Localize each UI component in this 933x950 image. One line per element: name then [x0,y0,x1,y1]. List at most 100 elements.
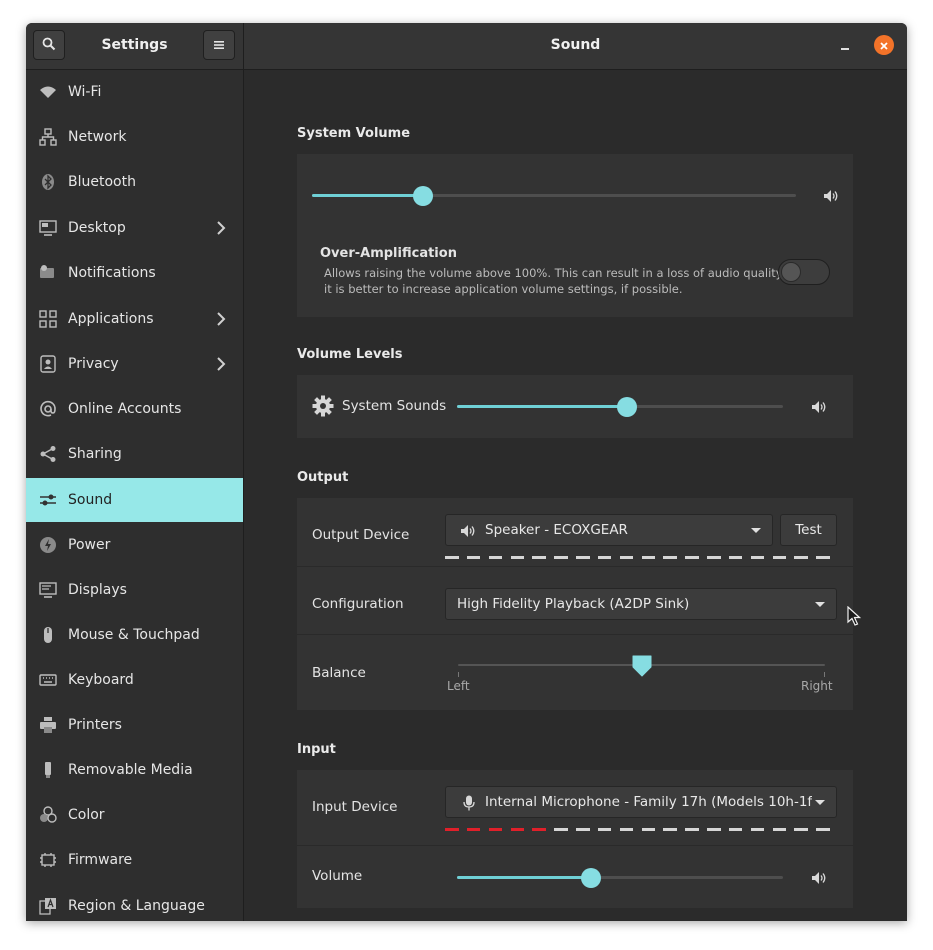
sidebar-item-power[interactable]: Power [26,523,243,567]
sidebar-item-bluetooth[interactable]: Bluetooth [26,160,243,204]
system-volume-slider[interactable] [312,186,796,206]
output-heading: Output [297,470,349,485]
sidebar-item-region-language[interactable]: Region & Language [26,884,243,921]
slider-handle[interactable] [413,186,434,206]
output-card: Output Device Speaker - ECOXGEAR Test Co… [297,498,853,710]
level-segment [510,556,525,559]
bluetooth-icon [39,173,57,191]
input-heading: Input [297,742,336,757]
level-segment [597,828,612,831]
level-segment [619,556,634,559]
chevron-right-icon [216,220,226,240]
menu-button[interactable] [203,30,235,60]
sidebar-item-keyboard[interactable]: Keyboard [26,658,243,702]
balance-slider[interactable] [458,655,825,677]
system-sounds-slider[interactable] [457,397,783,417]
level-segment [772,556,787,559]
sidebar-item-sound[interactable]: Sound [26,478,243,522]
sidebar-item-label: Sound [68,492,113,508]
sidebar-item-label: Bluetooth [68,174,136,190]
sidebar-item-notifications[interactable]: Notifications [26,251,243,295]
slider-fill [457,876,591,879]
display-icon [39,581,57,599]
tick-mark [824,672,825,677]
chip-icon [39,851,57,869]
level-segment [466,828,481,831]
sidebar-item-label: Power [68,537,111,553]
input-volume-slider[interactable] [457,868,783,888]
level-segment [619,828,634,831]
sidebar-item-label: Sharing [68,446,122,462]
sidebar-item-label: Removable Media [68,762,193,778]
slider-handle[interactable] [616,397,637,417]
level-segment [816,828,830,831]
sidebar-item-label: Online Accounts [68,401,182,417]
slider-fill [457,405,627,408]
sound-equalizer-icon [39,491,57,509]
configuration-dropdown[interactable]: High Fidelity Playback (A2DP Sink) [445,588,837,620]
level-segment [728,556,743,559]
sidebar-item-sharing[interactable]: Sharing [26,432,243,476]
level-segment [707,556,721,559]
sidebar-item-label: Keyboard [68,672,134,688]
sidebar-item-removable-media[interactable]: Removable Media [26,748,243,792]
hamburger-menu-icon [213,36,225,55]
sidebar-item-wifi[interactable]: Wi-Fi [26,70,243,114]
balance-handle[interactable] [632,655,652,681]
network-icon [39,128,57,146]
over-amplification-switch[interactable] [778,259,830,285]
sidebar-item-label: Network [68,129,127,145]
at-sign-icon [39,400,57,418]
level-segment [445,828,459,831]
desktop-icon [39,219,57,237]
sidebar-item-label: Privacy [68,356,119,372]
configuration-value: High Fidelity Playback (A2DP Sink) [457,596,690,612]
chevron-down-icon [815,800,825,805]
sidebar-item-firmware[interactable]: Firmware [26,838,243,882]
level-segment [816,556,830,559]
level-segment [488,556,503,559]
sidebar-item-color[interactable]: Color [26,793,243,837]
gear-icon [312,395,334,421]
level-segment [510,828,525,831]
speaker-icon [811,870,827,889]
input-device-dropdown[interactable]: Internal Microphone - Family 17h (Models… [445,786,837,818]
over-amplification-description-line-2: it is better to increase application vol… [324,282,683,296]
output-level-meter [445,556,838,559]
system-volume-card: Over-Amplification Allows raising the vo… [297,154,853,317]
sidebar-item-privacy[interactable]: Privacy [26,342,243,386]
divider [297,845,853,846]
chevron-down-icon [751,528,761,533]
sidebar: Wi-Fi Network Bluetooth Desktop Notifica… [26,70,244,921]
level-segment [685,556,699,559]
sidebar-item-desktop[interactable]: Desktop [26,206,243,250]
sidebar-item-network[interactable]: Network [26,115,243,159]
sidebar-item-printers[interactable]: Printers [26,703,243,747]
close-button[interactable] [874,35,894,55]
sidebar-item-label: Color [68,807,105,823]
content-header: Sound [244,23,907,70]
sidebar-item-applications[interactable]: Applications [26,297,243,341]
slider-handle[interactable] [580,868,601,888]
chevron-right-icon [216,356,226,376]
level-segment [532,556,546,559]
system-volume-heading: System Volume [297,126,411,141]
output-device-dropdown[interactable]: Speaker - ECOXGEAR [445,514,773,546]
sidebar-item-label: Notifications [68,265,156,281]
minimize-button[interactable] [838,38,852,52]
sidebar-item-mouse-touchpad[interactable]: Mouse & Touchpad [26,613,243,657]
balance-label: Balance [312,665,366,681]
level-segment [794,556,808,559]
sidebar-item-label: Printers [68,717,122,733]
test-output-button[interactable]: Test [780,514,837,546]
sidebar-item-displays[interactable]: Displays [26,568,243,612]
level-segment [728,828,743,831]
output-device-label: Output Device [312,527,410,543]
input-card: Input Device Internal Microphone - Famil… [297,770,853,908]
close-icon [879,36,889,55]
sidebar-item-online-accounts[interactable]: Online Accounts [26,387,243,431]
sidebar-header: Settings [26,23,244,70]
volume-levels-heading: Volume Levels [297,347,403,362]
tick-mark [458,672,459,677]
level-segment [663,556,677,559]
